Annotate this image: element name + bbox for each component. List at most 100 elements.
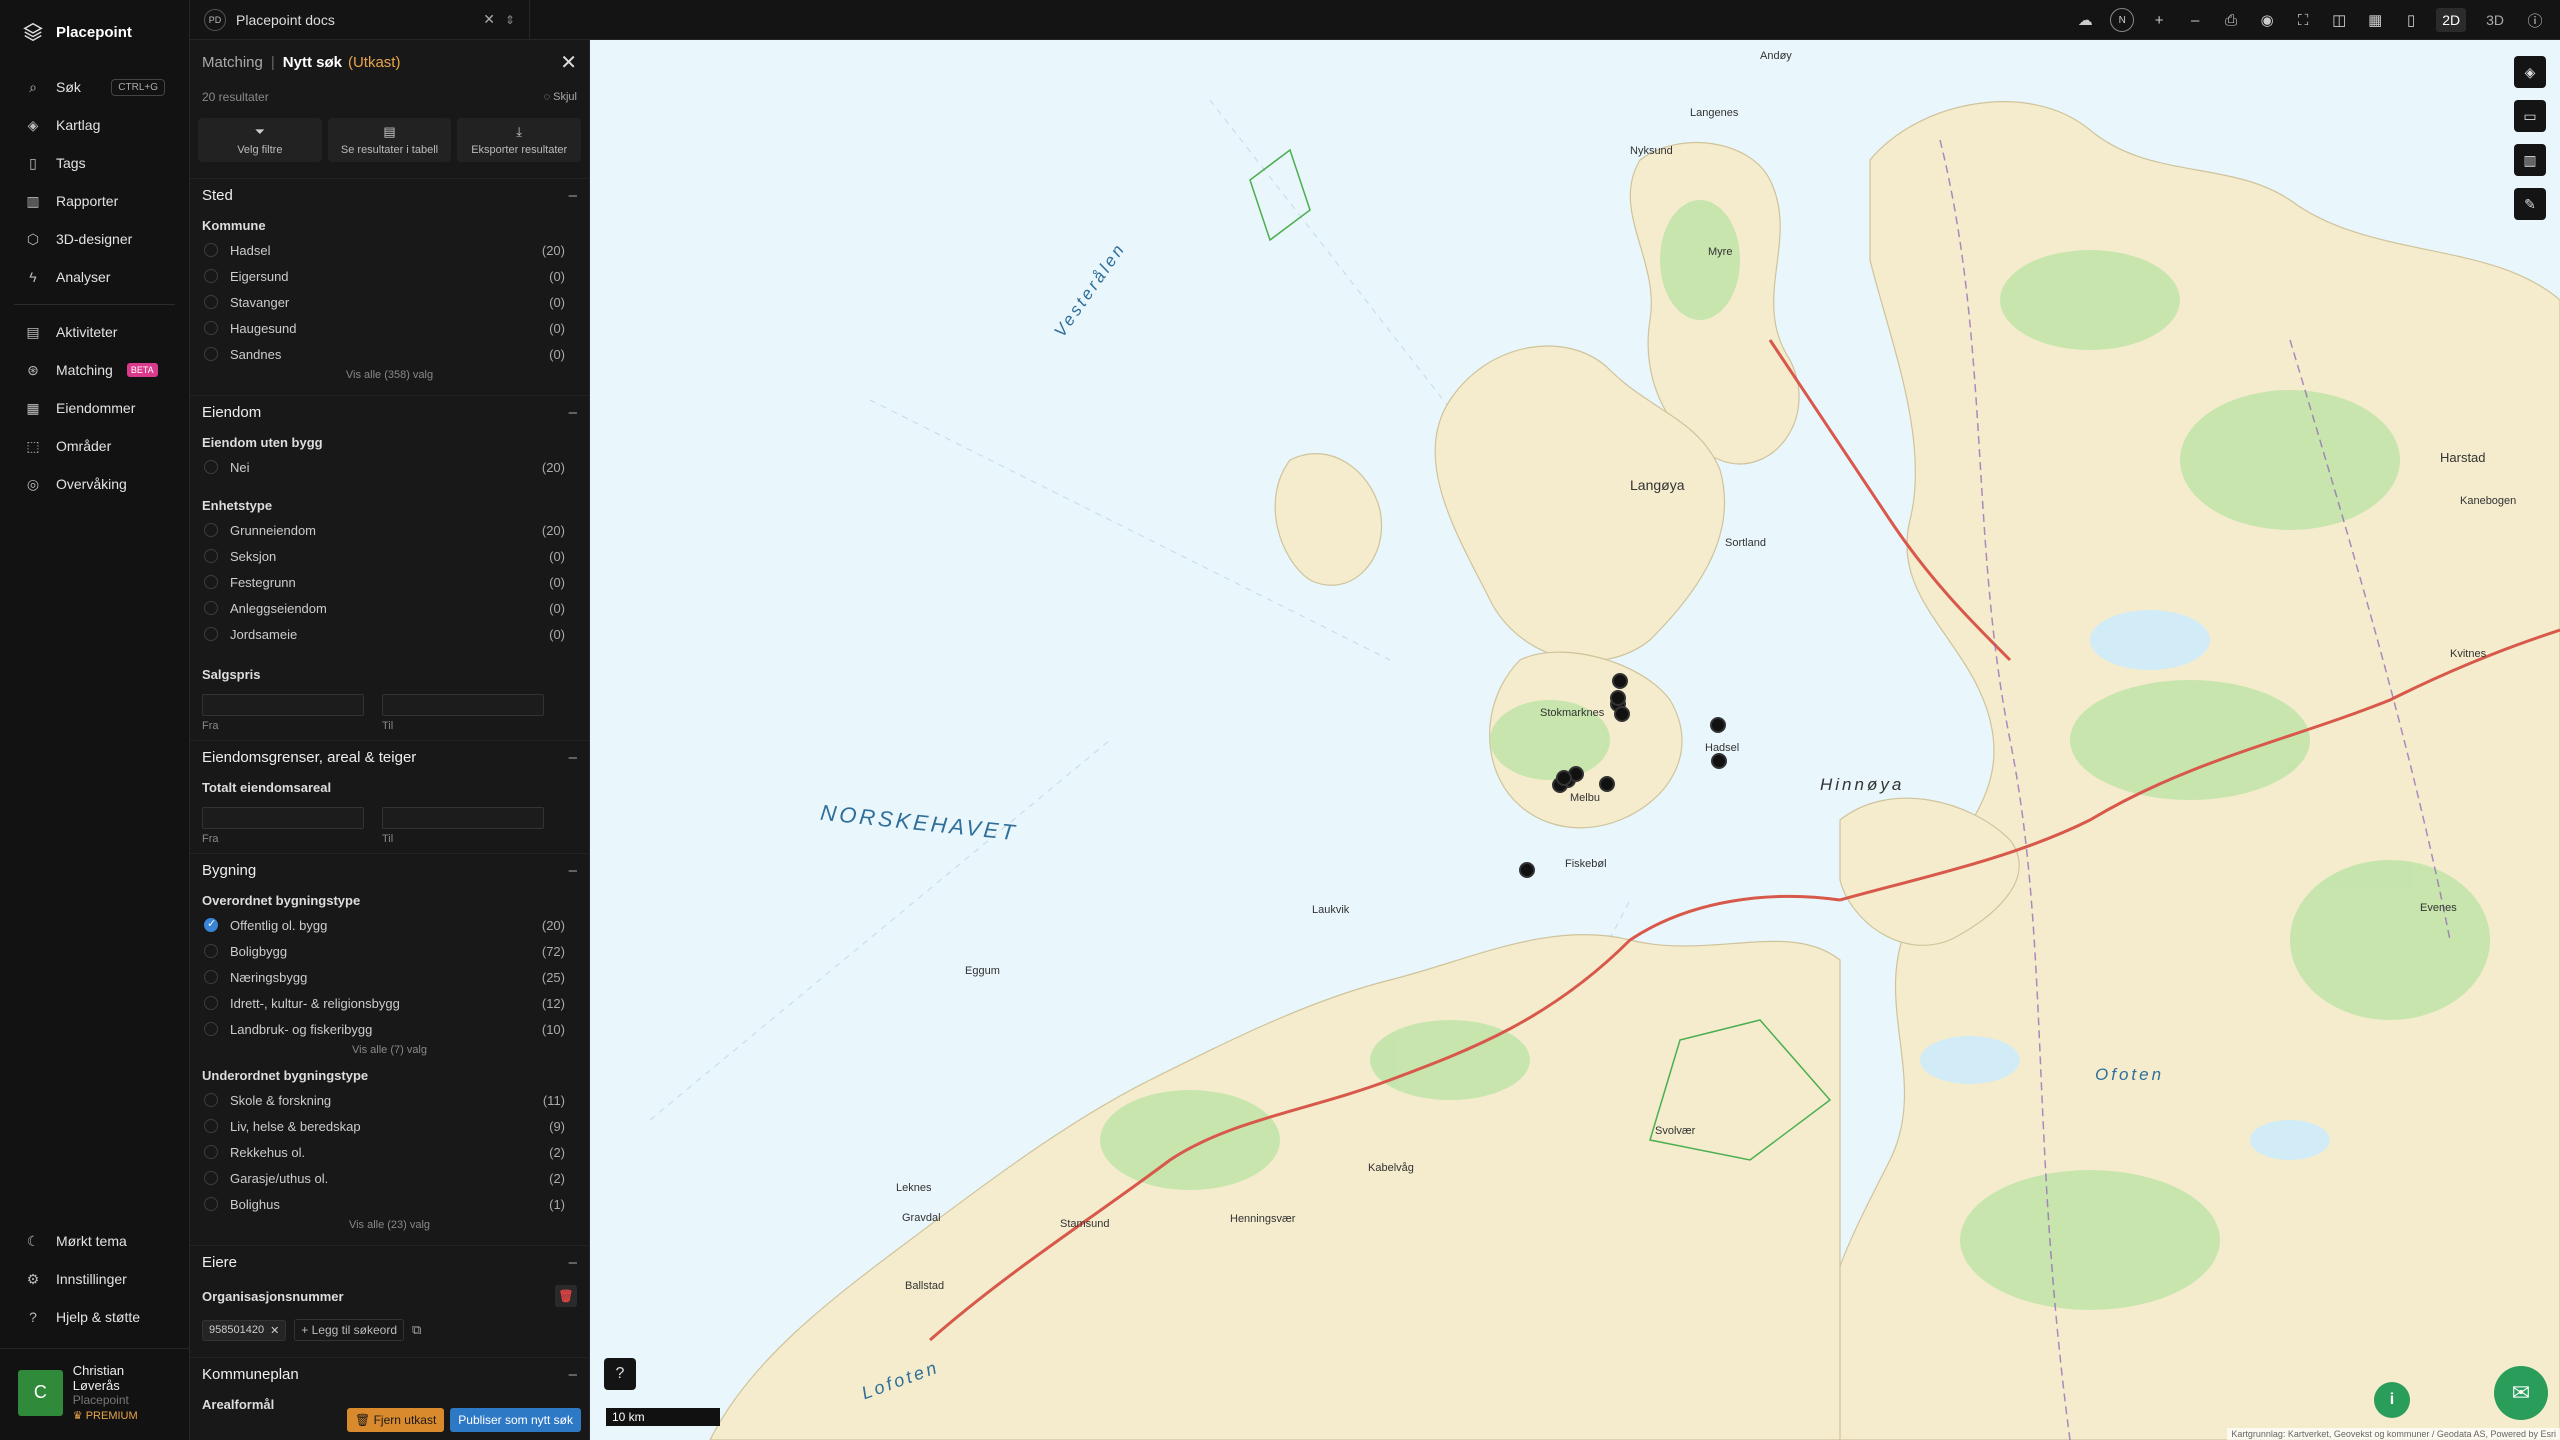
collapse-icon[interactable]: – (569, 187, 577, 204)
filter-option[interactable]: Hadsel (20) (190, 237, 589, 263)
filter-option[interactable]: Festegrunn (0) (190, 569, 589, 595)
copy-icon[interactable]: ⧉ (412, 1322, 421, 1338)
checkbox[interactable] (204, 295, 218, 309)
checkbox-checked[interactable] (204, 917, 218, 932)
checkbox[interactable] (204, 549, 218, 563)
section-eiere[interactable]: Eiere – (190, 1245, 589, 1279)
result-marker[interactable] (1599, 776, 1615, 792)
workspace-selector[interactable]: PD Placepoint docs ✕ ⇕ (190, 0, 530, 40)
nav-item-tags[interactable]: ▯ Tags (0, 144, 189, 182)
section-kommuneplan[interactable]: Kommuneplan – (190, 1357, 589, 1391)
fullscreen-icon[interactable]: ⛶ (2292, 9, 2314, 31)
map-canvas[interactable]: NORSKEHAVET Vesterålen Lofoten Ofoten Hi… (590, 40, 2560, 1440)
checkbox[interactable] (204, 269, 218, 283)
chat-icon[interactable]: ✉ (2494, 1366, 2548, 1420)
brand[interactable]: Placepoint (0, 0, 189, 64)
nav-item-aktiviteter[interactable]: ▤ Aktiviteter (0, 313, 189, 351)
result-marker[interactable] (1711, 753, 1727, 769)
show-all-link[interactable]: Vis alle (23) valg (190, 1217, 589, 1237)
nav-item-overvaking[interactable]: ◎ Overvåking (0, 465, 189, 503)
section-bygning[interactable]: Bygning – (190, 853, 589, 887)
filter-option[interactable]: Haugesund (0) (190, 315, 589, 341)
close-icon[interactable]: ✕ (560, 50, 577, 75)
checkbox[interactable] (204, 601, 218, 615)
area-from-input[interactable] (202, 807, 364, 829)
show-all-link[interactable]: Vis alle (358) valg (190, 367, 589, 387)
nav-item-dark-theme[interactable]: ☾ Mørkt tema (0, 1222, 190, 1260)
filter-option[interactable]: Offentlig ol. bygg (20) (190, 912, 589, 938)
section-sted[interactable]: Sted – (190, 178, 589, 212)
checkbox[interactable] (204, 243, 218, 257)
filter-option[interactable]: Garasje/uthus ol. (2) (190, 1165, 589, 1191)
result-marker[interactable] (1556, 770, 1572, 786)
close-icon[interactable]: ✕ (483, 11, 495, 28)
filter-option[interactable]: Rekkehus ol. (2) (190, 1139, 589, 1165)
checkbox[interactable] (204, 996, 218, 1010)
section-eiendomsgrenser[interactable]: Eiendomsgrenser, areal & teiger – (190, 740, 589, 774)
filter-option[interactable]: Stavanger (0) (190, 289, 589, 315)
price-to-input[interactable] (382, 694, 544, 716)
collapse-icon[interactable]: – (569, 1366, 577, 1383)
info-icon[interactable]: ⓘ (2524, 9, 2546, 31)
result-marker[interactable] (1614, 706, 1630, 722)
checkbox[interactable] (204, 944, 218, 958)
show-all-link[interactable]: Vis alle (7) valg (190, 1042, 589, 1062)
result-marker[interactable] (1612, 673, 1628, 689)
user-profile[interactable]: C Christian Løverås Placepoint ♛ PREMIUM (0, 1348, 190, 1440)
checkbox[interactable] (204, 1022, 218, 1036)
filter-option[interactable]: Bolighus (1) (190, 1191, 589, 1217)
nav-item-help[interactable]: ? Hjelp & støtte (0, 1298, 190, 1336)
camera-icon[interactable]: ◫ (2328, 9, 2350, 31)
filter-option[interactable]: Boligbygg (72) (190, 938, 589, 964)
bookmark-icon[interactable]: ▯ (2400, 9, 2422, 31)
keyword-chip[interactable]: 958501420 ✕ (202, 1319, 287, 1341)
nav-item-settings[interactable]: ⚙ Innstillinger (0, 1260, 190, 1298)
help-icon[interactable]: ? (604, 1358, 636, 1390)
add-keyword-button[interactable]: + Legg til søkeord (294, 1319, 405, 1341)
print-icon[interactable]: ⎙ (2220, 9, 2242, 31)
hide-button[interactable]: ◌ Skjul (544, 91, 577, 103)
filter-option[interactable]: Landbruk- og fiskeribygg (10) (190, 1016, 589, 1042)
draw-icon[interactable]: ✎ (2514, 188, 2546, 220)
filter-option[interactable]: Eigersund (0) (190, 263, 589, 289)
nav-item-kartlag[interactable]: ◈ Kartlag (0, 106, 189, 144)
mode-2d-button[interactable]: 2D (2436, 8, 2467, 32)
filter-option[interactable]: Sandnes (0) (190, 341, 589, 367)
nav-item-analyser[interactable]: ϟ Analyser (0, 258, 189, 296)
export-button[interactable]: ⤓ Eksporter resultater (457, 118, 582, 162)
eye-icon[interactable]: ◉ (2256, 9, 2278, 31)
checkbox[interactable] (204, 627, 218, 641)
mode-3d-button[interactable]: 3D (2480, 8, 2510, 32)
chart-icon[interactable]: ▥ (2514, 144, 2546, 176)
collapse-icon[interactable]: – (569, 1254, 577, 1271)
breadcrumb[interactable]: Matching (202, 54, 263, 71)
cloud-icon[interactable]: ☁ (2074, 9, 2096, 31)
table-view-button[interactable]: ▤ Se resultater i tabell (327, 118, 452, 162)
nav-item-matching[interactable]: ⊛ Matching BETA (0, 351, 189, 389)
filter-option[interactable]: Jordsameie (0) (190, 621, 589, 647)
area-to-input[interactable] (382, 807, 544, 829)
filter-option[interactable]: Nei (20) (190, 454, 589, 480)
filter-option[interactable]: Liv, helse & beredskap (9) (190, 1113, 589, 1139)
nav-item-omrader[interactable]: ⬚ Områder (0, 427, 189, 465)
grid-icon[interactable]: ▦ (2364, 9, 2386, 31)
checkbox[interactable] (204, 347, 218, 361)
select-filters-button[interactable]: ⏷ Velg filtre (198, 118, 322, 162)
trash-icon[interactable]: 🗑 (555, 1285, 577, 1307)
collapse-icon[interactable]: – (569, 404, 577, 421)
chevron-updown-icon[interactable]: ⇕ (505, 13, 515, 27)
remove-icon[interactable]: ✕ (270, 1324, 279, 1337)
collapse-icon[interactable]: – (569, 862, 577, 879)
result-marker[interactable] (1710, 717, 1726, 733)
filter-option[interactable]: Grunneiendom (20) (190, 517, 589, 543)
measure-icon[interactable]: ▭ (2514, 100, 2546, 132)
result-marker[interactable] (1610, 690, 1626, 706)
filter-option[interactable]: Næringsbygg (25) (190, 964, 589, 990)
nav-item-rapporter[interactable]: ▥ Rapporter (0, 182, 189, 220)
filter-option[interactable]: Seksjon (0) (190, 543, 589, 569)
zoom-in-icon[interactable]: + (2148, 9, 2170, 31)
nav-item-3d-designer[interactable]: ⬡ 3D-designer (0, 220, 189, 258)
checkbox[interactable] (204, 1093, 218, 1107)
checkbox[interactable] (204, 460, 218, 474)
section-eiendom[interactable]: Eiendom – (190, 395, 589, 429)
